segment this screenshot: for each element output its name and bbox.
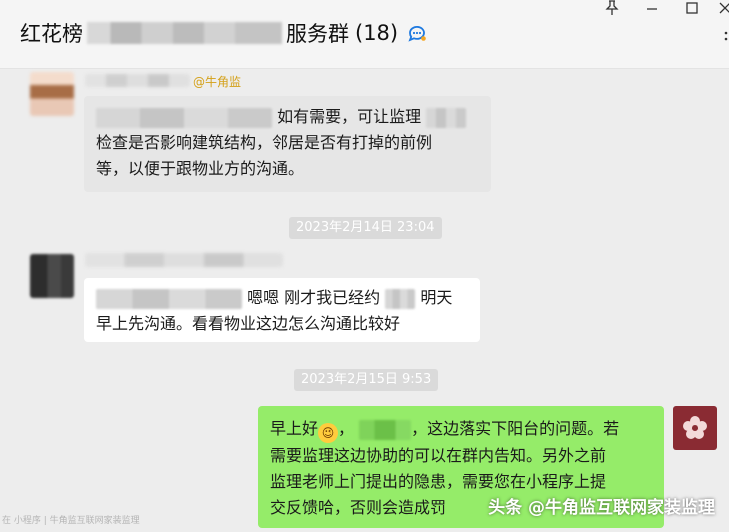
- avatar[interactable]: [30, 254, 74, 298]
- chat-title-prefix: 红花榜: [20, 22, 83, 46]
- message-line: 需要监理这边协助的可以在群内告知。另外之前: [270, 446, 607, 465]
- blurred-nickname: [85, 74, 190, 87]
- chat-header: 红花榜 服务群 (18): [0, 0, 729, 69]
- message-line: 监理老师上门提出的隐患，需要您在小程序上提: [270, 472, 607, 491]
- timestamp: 2023年2月15日 9:53: [294, 369, 439, 391]
- message-line: 嗯嗯 刚才我已经约 明天: [96, 285, 468, 311]
- more-icon[interactable]: [723, 30, 729, 48]
- watermark-right: 头条 @牛角监互联网家装监理: [488, 498, 715, 518]
- message-line: 早上好 😉， ，这边落实下阳台的问题。若: [270, 416, 652, 443]
- watermark-left: 在 小程序 | 牛角监互联网家装监理: [2, 516, 140, 526]
- message-line: 等，以便于跟物业方的沟通。: [96, 159, 305, 178]
- blurred-text: [96, 107, 272, 128]
- message-line: 检查是否影响建筑结构，邻居是否有打掉的前例: [96, 133, 433, 152]
- blurred-text: [359, 419, 412, 440]
- mention-tag: @牛角监: [193, 75, 242, 89]
- avatar[interactable]: [673, 406, 717, 450]
- blurred-nickname: [85, 253, 283, 267]
- wink-emoji-icon: 😉: [318, 423, 339, 443]
- message-bubble: 如有需要，可让监理 检查是否影响建筑结构，邻居是否有打掉的前例 等，以便于跟物业…: [84, 96, 491, 192]
- close-icon[interactable]: [718, 0, 729, 21]
- minimize-icon[interactable]: [642, 0, 662, 21]
- blurred-text: [96, 288, 242, 309]
- chat-bubble-icon[interactable]: [406, 22, 428, 44]
- message-line: 如有需要，可让监理: [96, 104, 479, 130]
- blurred-text: [426, 107, 467, 128]
- chat-title[interactable]: 红花榜 服务群 (18): [20, 18, 428, 48]
- blurred-title-segment: [87, 22, 282, 44]
- avatar[interactable]: [30, 72, 74, 116]
- maximize-icon[interactable]: [682, 0, 702, 21]
- timestamp: 2023年2月14日 23:04: [289, 217, 442, 239]
- message-bubble: 嗯嗯 刚才我已经约 明天 早上先沟通。看看物业这边怎么沟通比较好: [84, 278, 480, 342]
- member-count: (18): [355, 21, 399, 45]
- message-line: 早上先沟通。看看物业这边怎么沟通比较好: [96, 314, 401, 333]
- blurred-text: [385, 288, 416, 309]
- pin-icon[interactable]: [602, 0, 622, 21]
- chat-title-suffix: 服务群: [286, 22, 349, 46]
